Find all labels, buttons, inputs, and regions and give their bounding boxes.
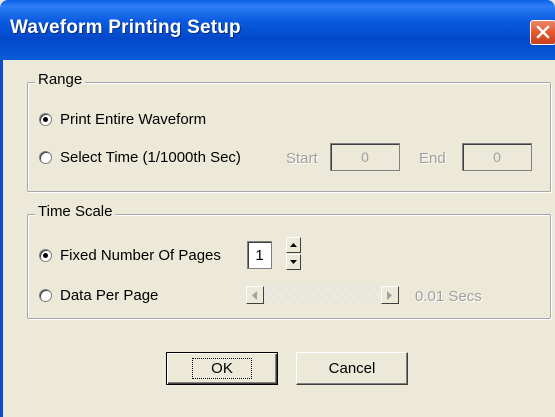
select-time-label: Select Time (1/1000th Sec): [60, 148, 241, 166]
data-per-page-radio-button[interactable]: [39, 288, 52, 302]
window-frame: [0, 60, 3, 417]
end-label: End: [419, 150, 446, 167]
arrow-up-icon: [290, 243, 297, 247]
data-per-page-value: 0.01 Secs: [415, 288, 482, 305]
cancel-button-label: Cancel: [328, 360, 376, 377]
scroll-right-button[interactable]: [381, 286, 399, 304]
data-per-page-slider[interactable]: [246, 286, 399, 304]
title-bar[interactable]: Waveform Printing Setup: [0, 0, 555, 60]
fixed-pages-radio-button[interactable]: [39, 248, 52, 262]
close-icon: [536, 25, 550, 39]
arrow-down-icon: [290, 260, 297, 264]
fixed-pages-radio[interactable]: Fixed Number Of Pages: [39, 245, 221, 265]
print-entire-label: Print Entire Waveform: [60, 110, 207, 128]
select-time-radio[interactable]: Select Time (1/1000th Sec): [39, 147, 241, 167]
arrow-left-icon: [252, 291, 257, 300]
end-field[interactable]: 0: [462, 143, 532, 171]
cancel-button[interactable]: Cancel: [296, 352, 408, 385]
print-entire-radio-button[interactable]: [39, 112, 52, 126]
pages-spinner[interactable]: [286, 237, 301, 270]
time-scale-group-label: Time Scale: [35, 203, 116, 220]
range-group: [27, 82, 551, 192]
spin-up-button[interactable]: [286, 237, 301, 253]
arrow-right-icon: [387, 291, 392, 300]
print-entire-radio[interactable]: Print Entire Waveform: [39, 109, 206, 129]
start-label: Start: [286, 150, 318, 167]
select-time-radio-button[interactable]: [39, 150, 52, 164]
scroll-left-button[interactable]: [246, 286, 264, 304]
pages-count-input[interactable]: 1: [247, 241, 272, 269]
window-title: Waveform Printing Setup: [10, 17, 241, 38]
ok-button[interactable]: OK: [166, 352, 278, 385]
fixed-pages-label: Fixed Number Of Pages: [60, 246, 221, 264]
data-per-page-radio[interactable]: Data Per Page: [39, 285, 158, 305]
close-button[interactable]: [530, 20, 555, 45]
ok-button-label: OK: [192, 358, 252, 379]
start-field[interactable]: 0: [330, 143, 400, 171]
data-per-page-label: Data Per Page: [60, 286, 159, 304]
range-group-label: Range: [35, 71, 86, 88]
spin-down-button[interactable]: [286, 254, 301, 270]
